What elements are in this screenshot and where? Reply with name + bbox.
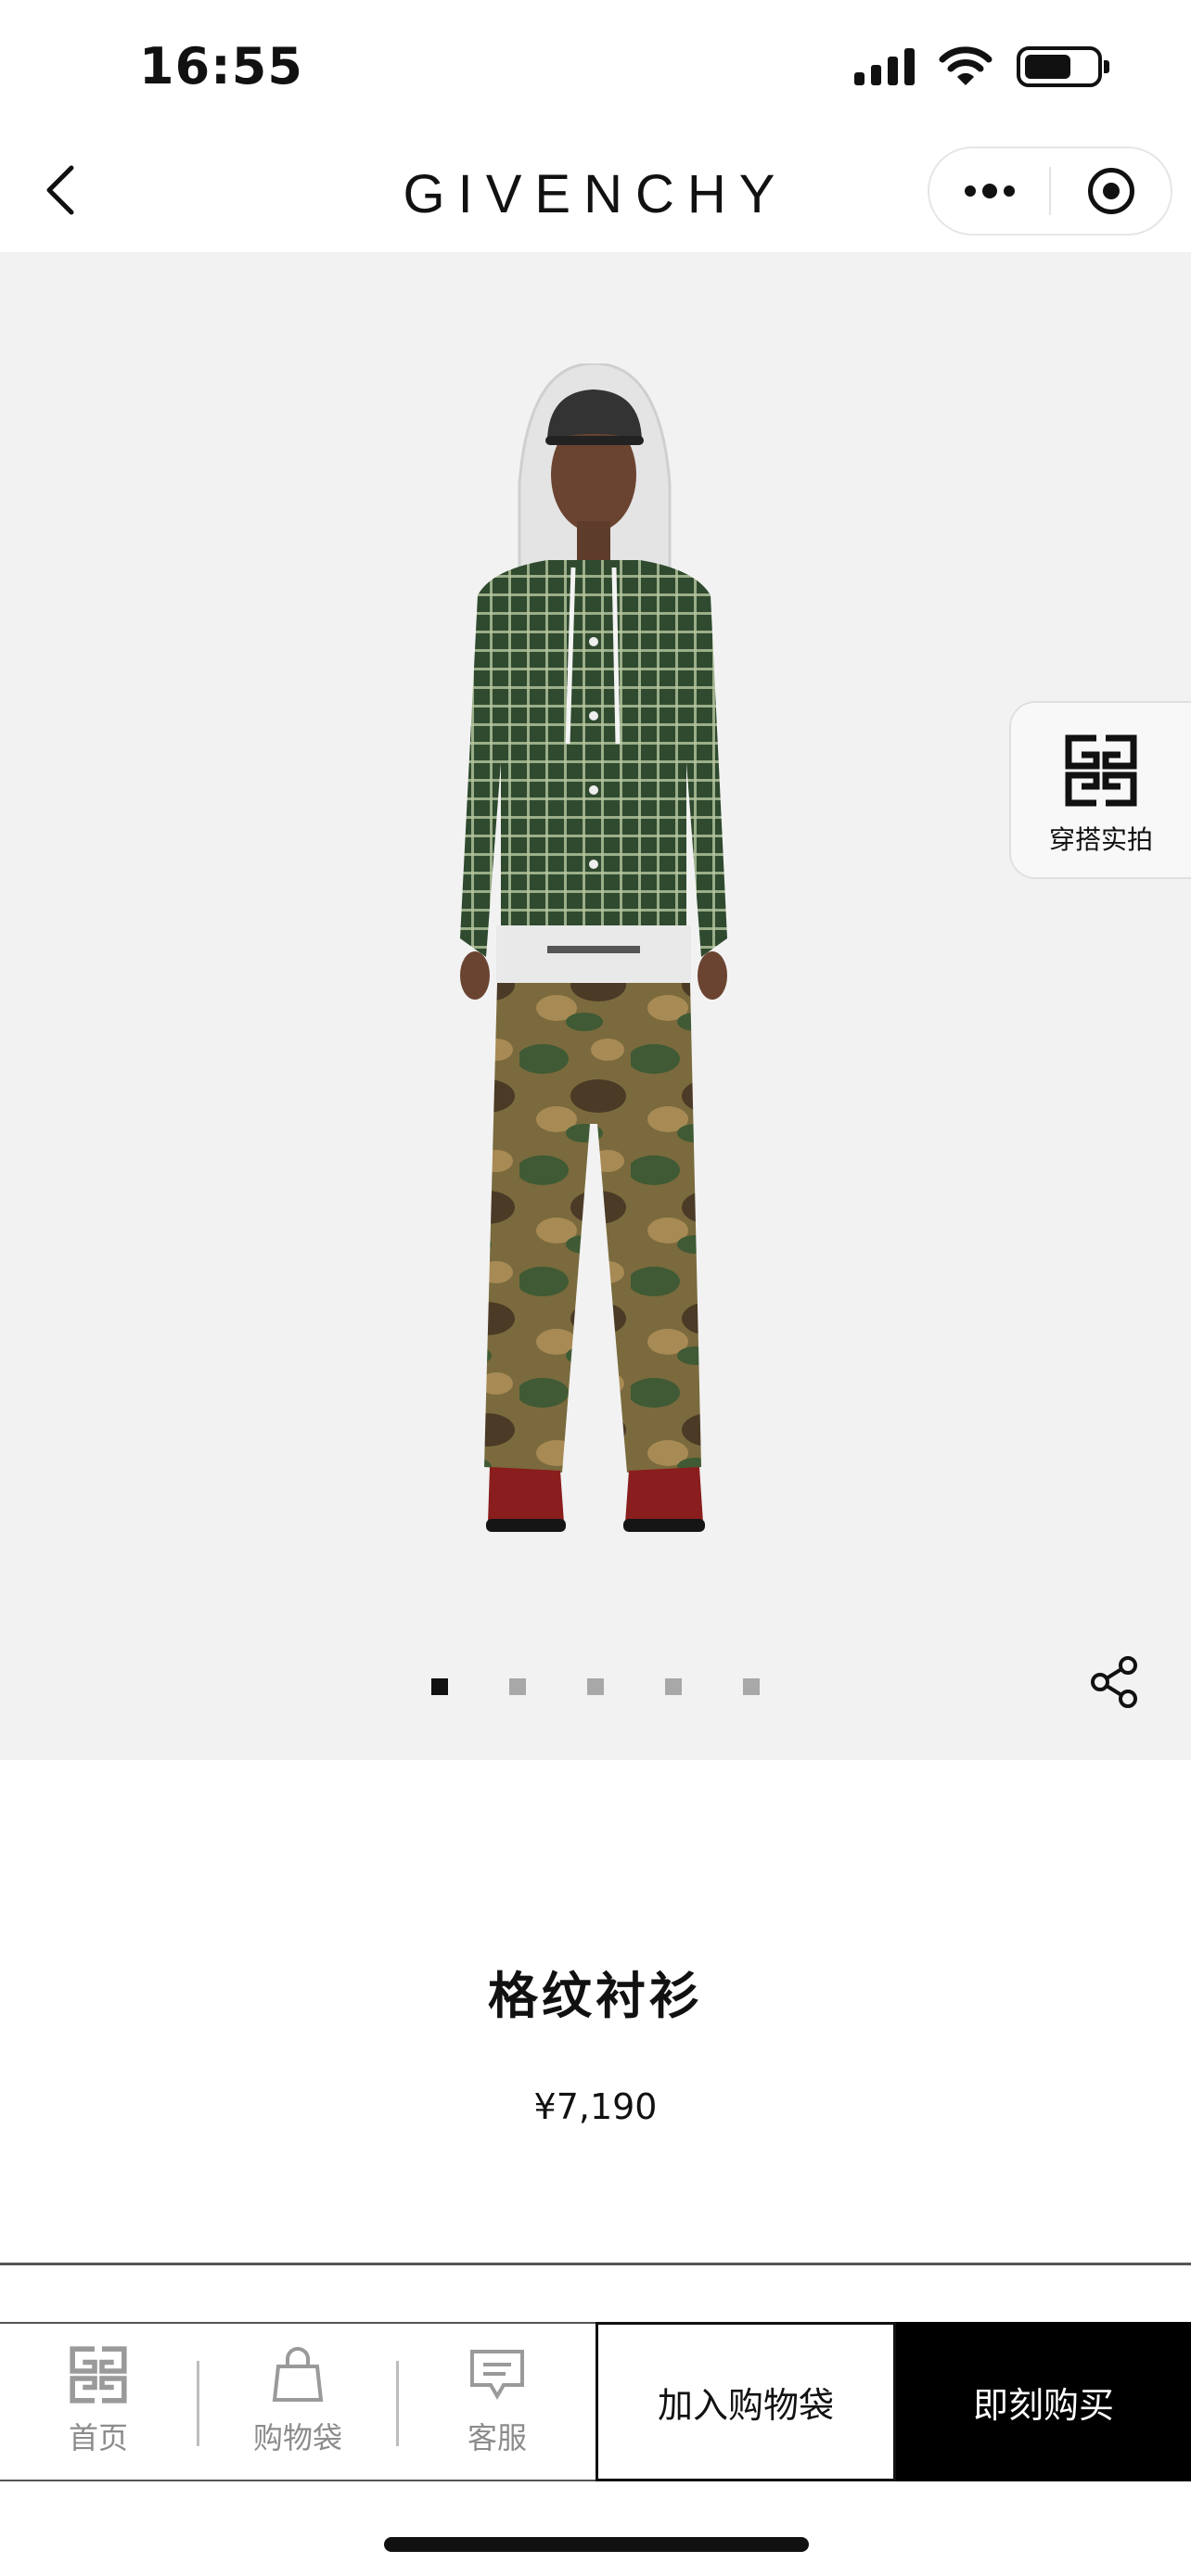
pager-dot[interactable] [743, 1678, 760, 1695]
nav-bar: GIVENCHY [0, 130, 1191, 252]
home-indicator[interactable] [384, 2537, 809, 2552]
wifi-icon [939, 46, 992, 85]
miniprogram-capsule [928, 147, 1172, 236]
pager-dot[interactable] [587, 1678, 604, 1695]
divider [0, 2263, 1191, 2265]
more-button[interactable] [929, 148, 1049, 234]
tab-shopping-bag[interactable]: 购物袋 [199, 2324, 396, 2480]
status-time: 16:55 [139, 37, 303, 96]
pager-dot[interactable] [665, 1678, 682, 1695]
battery-icon [1017, 46, 1109, 87]
product-title: 格纹衬衫 [488, 1967, 703, 2025]
chat-icon [470, 2350, 524, 2400]
pager-dot[interactable] [509, 1678, 526, 1695]
product-info: 格纹衬衫 ¥7,190 [0, 1760, 1191, 2265]
product-model-image [460, 363, 727, 1532]
givenchy-4g-logo-icon [1065, 734, 1137, 807]
add-to-cart-button[interactable]: 加入购物袋 [596, 2322, 896, 2481]
close-miniprogram-button[interactable] [1051, 148, 1171, 234]
gallery-pager [0, 1678, 1191, 1695]
buy-now-button[interactable]: 即刻购买 [896, 2322, 1191, 2481]
status-icons [854, 46, 1109, 87]
target-icon [1087, 168, 1134, 214]
outfit-photos-label: 穿搭实拍 [1048, 824, 1153, 855]
cellular-signal-icon [854, 48, 915, 85]
more-dots-icon [964, 184, 1015, 198]
share-button[interactable] [1087, 1654, 1143, 1710]
tab-shopping-bag-label: 购物袋 [252, 2420, 342, 2455]
status-bar: 16:55 [0, 0, 1191, 130]
product-price: ¥7,190 [533, 2086, 658, 2127]
tab-customer-service[interactable]: 客服 [399, 2324, 596, 2480]
product-gallery[interactable]: 穿搭实拍 [0, 252, 1191, 1760]
tab-home[interactable]: 首页 [0, 2324, 197, 2480]
tab-customer-service-label: 客服 [467, 2420, 527, 2455]
outfit-photos-button[interactable]: 穿搭实拍 [1009, 701, 1191, 879]
pager-dot[interactable] [431, 1678, 448, 1695]
givenchy-logo-icon [70, 2346, 127, 2404]
bottom-action-bar: 首页 购物袋 客服 加入购物袋 即刻购买 [0, 2322, 1191, 2481]
tab-home-label: 首页 [68, 2420, 128, 2455]
share-icon [1091, 1656, 1137, 1708]
shopping-bag-icon [272, 2347, 324, 2402]
